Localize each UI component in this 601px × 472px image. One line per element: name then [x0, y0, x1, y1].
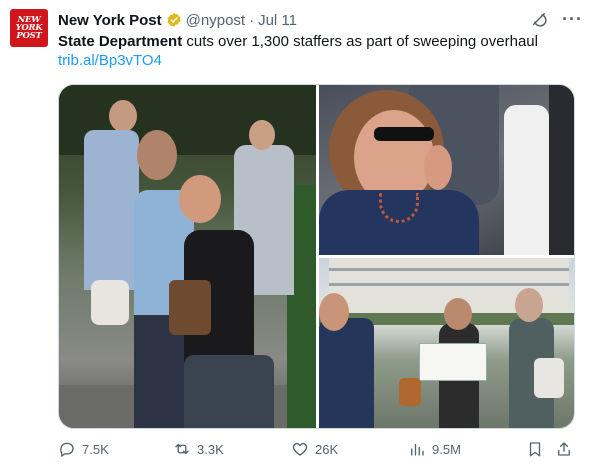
heart-icon [292, 442, 308, 456]
photo-bg-person-head [109, 100, 137, 132]
photo-bg-dark [549, 85, 574, 255]
photo-woman-head [179, 175, 221, 223]
photo-tote-bag [91, 280, 129, 325]
photo-handbag [169, 280, 211, 335]
photo-man-head [137, 130, 177, 180]
logo-line-3: POST [16, 31, 42, 41]
photo-building-line [329, 268, 569, 271]
tweet-text: State Department cuts over 1,300 staffer… [58, 32, 538, 51]
photo-bg-person [84, 130, 139, 290]
views-count: 9.5M [432, 441, 461, 457]
bookmark-button[interactable] [526, 440, 544, 458]
verified-badge-icon[interactable] [166, 12, 182, 28]
reply-button[interactable]: 7.5K [58, 440, 109, 458]
repost-count: 3.3K [197, 441, 224, 457]
photo-sunglasses [374, 127, 434, 141]
tweet-text-rest: cuts over 1,300 staffers as part of swee… [182, 33, 538, 50]
photo-staffers-leaving[interactable] [319, 258, 574, 428]
author-handle[interactable]: @nypost [186, 12, 245, 29]
photo-woman-crying[interactable] [319, 85, 574, 255]
views-icon [411, 443, 424, 456]
media-grid [58, 84, 575, 429]
meta-separator: · [249, 11, 255, 29]
photo-man-right-head [515, 288, 543, 322]
views-button[interactable]: 9.5M [408, 440, 461, 458]
bookmark-icon [529, 442, 541, 457]
photo-handbag [399, 378, 421, 406]
more-options-icon[interactable]: ··· [562, 10, 583, 28]
photo-building-line-2 [329, 283, 569, 286]
reply-count: 7.5K [82, 441, 109, 457]
author-name[interactable]: New York Post [58, 12, 162, 29]
photo-woman-center-head [444, 298, 472, 330]
photo-woman-left-head [319, 293, 349, 331]
photo-hand [424, 145, 452, 190]
top-actions: ··· [530, 10, 583, 28]
reply-icon [60, 442, 74, 457]
repost-button[interactable]: 3.3K [173, 440, 224, 458]
photo-woman-skirt [184, 355, 274, 428]
like-button[interactable]: 26K [291, 440, 338, 458]
action-bar: 7.5K 3.3K 26K 9.5M [58, 440, 581, 462]
repost-icon [175, 443, 189, 455]
share-button[interactable] [555, 440, 573, 458]
grok-icon[interactable] [530, 10, 548, 28]
photo-tote-bag [534, 358, 564, 398]
like-count: 26K [315, 441, 339, 457]
photo-bg-dress [504, 105, 549, 255]
photo-box [419, 343, 487, 381]
photo-woman-left [319, 318, 374, 428]
tweet-header: New York Post @nypost · Jul 11 [58, 10, 297, 30]
tweet-date[interactable]: Jul 11 [258, 12, 297, 29]
tweet-link[interactable]: trib.al/Bp3vTO4 [58, 52, 162, 69]
tweet-text-bold: State Department [58, 33, 183, 50]
photo-embrace[interactable] [59, 85, 316, 428]
avatar[interactable]: NEW YORK POST [10, 9, 48, 47]
share-icon [558, 442, 570, 456]
photo-bg-person-2-head [249, 120, 275, 150]
